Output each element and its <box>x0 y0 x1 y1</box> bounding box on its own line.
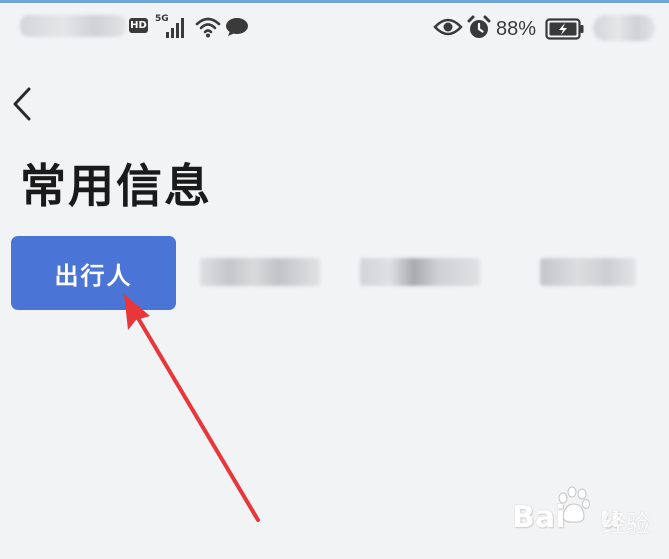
chevron-left-icon <box>13 87 31 121</box>
baidu-watermark: Bai u 经验 <box>512 486 652 546</box>
carrier-name-obscured <box>20 15 126 37</box>
tab-2-obscured[interactable] <box>200 258 320 286</box>
back-button[interactable] <box>8 86 34 122</box>
watermark-suffix: 经验 <box>602 510 650 538</box>
battery-percent: 88% <box>496 18 537 40</box>
status-bar: HD 5G 88% <box>0 3 669 51</box>
hd-badge: HD <box>129 18 148 33</box>
page-title: 常用信息 <box>20 159 212 213</box>
signal-icon <box>166 18 188 38</box>
message-icon <box>226 18 248 36</box>
alarm-icon <box>467 15 491 38</box>
tab-4-obscured[interactable] <box>540 258 636 286</box>
battery-charging-icon <box>545 18 584 40</box>
wifi-icon <box>195 17 221 38</box>
tab-travelers[interactable]: 出行人 <box>11 236 176 310</box>
eye-icon <box>433 18 463 36</box>
watermark-brand: Bai <box>512 500 566 535</box>
clock-obscured <box>593 15 655 41</box>
tab-3-obscured[interactable] <box>360 258 480 286</box>
